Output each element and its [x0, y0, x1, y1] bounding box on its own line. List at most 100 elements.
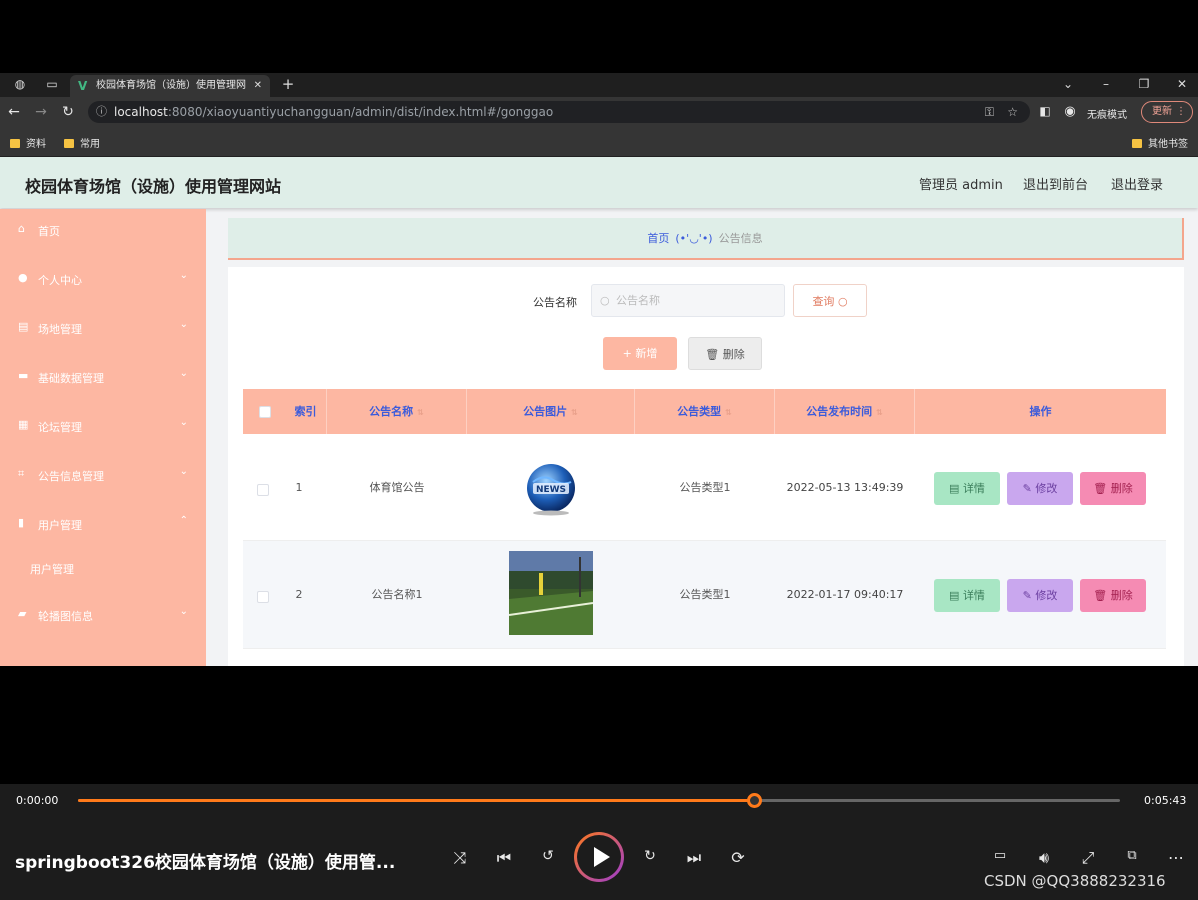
sort-icon: ⇅	[876, 408, 883, 417]
tab-bar: ◍ ▭ V 校园体育场馆（设施）使用管理网 ✕ + ⌄ – ❐ ✕	[0, 73, 1198, 97]
bulk-delete-button[interactable]: 🗑︎ 删除	[688, 337, 762, 370]
new-tab-icon[interactable]: +	[280, 75, 296, 93]
delete-button[interactable]: 🗑︎ 删除	[1080, 579, 1146, 612]
play-button[interactable]	[574, 832, 624, 882]
home-icon: ⌂	[18, 222, 25, 235]
sort-icon: ⇅	[571, 408, 578, 417]
cell-type: 公告类型1	[679, 588, 731, 601]
delete-button[interactable]: 🗑︎ 删除	[1080, 472, 1146, 505]
reload-icon[interactable]: ↻	[60, 104, 76, 120]
rewind-10-icon[interactable]: ↺	[537, 848, 559, 864]
sidepanel-icon[interactable]: ◧	[1037, 104, 1053, 118]
add-button[interactable]: + 新增	[603, 337, 677, 370]
url-field[interactable]: ⓘ localhost:8080/xiaoyuantiyuchangguan/a…	[88, 101, 1030, 123]
globe-icon[interactable]: ◍	[12, 77, 28, 91]
col-image[interactable]: 公告图片 ⇅	[467, 389, 635, 434]
sidebar-item-home[interactable]: ⌂ 首页	[0, 209, 206, 249]
back-to-front-link[interactable]: 退出到前台	[1023, 174, 1088, 193]
volume-icon[interactable]: 🔊︎	[1033, 848, 1055, 868]
cell-name: 体育馆公告	[369, 481, 425, 494]
cell-time: 2022-05-13 13:49:39	[786, 481, 904, 494]
forward-30-icon[interactable]: ↻	[639, 848, 661, 864]
browser-tab[interactable]: V 校园体育场馆（设施）使用管理网 ✕	[70, 75, 270, 97]
cell-image[interactable]	[467, 541, 635, 648]
close-tab-icon[interactable]: ✕	[254, 75, 262, 97]
table-header: 索引 公告名称 ⇅ 公告图片 ⇅ 公告类型 ⇅ 公告发布时间 ⇅ 操作	[243, 389, 1166, 434]
bookmark-folder-changyong[interactable]: 常用	[64, 135, 100, 150]
query-button[interactable]: 查询 ○	[793, 284, 867, 317]
suitcase-icon: ▰	[18, 607, 27, 620]
tab-title: 校园体育场馆（设施）使用管理网	[96, 80, 246, 91]
watermark: CSDN @QQ3888232316	[984, 872, 1166, 890]
chevron-up-icon: ⌃	[179, 515, 188, 526]
next-icon[interactable]: ⏭	[683, 848, 705, 868]
miniplayer-icon[interactable]: ⧉	[1121, 848, 1143, 863]
col-type[interactable]: 公告类型 ⇅	[635, 389, 775, 434]
trash-icon: 🗑︎	[705, 348, 720, 361]
update-button[interactable]: 更新 ⋮	[1141, 101, 1193, 123]
row-checkbox[interactable]	[257, 484, 269, 496]
seek-knob[interactable]	[747, 793, 763, 808]
chart-icon: ▮	[18, 516, 25, 529]
sidebar-subitem-users[interactable]: 用户管理	[30, 561, 74, 577]
previous-icon[interactable]: ⏮	[493, 848, 515, 868]
sidebar-item-profile[interactable]: ● 个人中心 ⌄	[0, 258, 206, 298]
address-bar: ← → ↻ ⓘ localhost:8080/xiaoyuantiyuchang…	[0, 97, 1198, 128]
more-icon[interactable]: ⋯	[1165, 848, 1187, 867]
search-input[interactable]: ○ 公告名称	[591, 284, 785, 317]
window-icon[interactable]: ▭	[44, 77, 60, 91]
select-all-checkbox[interactable]	[259, 406, 271, 418]
sidebar-item-carousel[interactable]: ▰ 轮播图信息 ⌄	[0, 594, 206, 634]
table-row: 2 公告名称1 公告类型1 2022-01-17 09:40:17 ▤ 详情 ✎…	[243, 541, 1166, 649]
site-title: 校园体育场馆（设施）使用管理网站	[25, 177, 282, 196]
star-icon[interactable]: ☆	[1007, 101, 1018, 123]
col-time[interactable]: 公告发布时间 ⇅	[775, 389, 915, 434]
logout-link[interactable]: 退出登录	[1111, 174, 1163, 193]
bookmark-folder-other[interactable]: 其他书签	[1132, 135, 1188, 150]
sort-icon: ⇅	[417, 408, 424, 417]
row-checkbox[interactable]	[257, 591, 269, 603]
search-label: 公告名称	[533, 296, 577, 309]
restore-icon[interactable]: ❐	[1136, 77, 1152, 91]
info-icon: ⓘ	[96, 105, 107, 118]
sidebar-item-basic-data[interactable]: ▬ 基础数据管理 ⌄	[0, 356, 206, 396]
close-window-icon[interactable]: ✕	[1174, 77, 1190, 91]
notice-table: 索引 公告名称 ⇅ 公告图片 ⇅ 公告类型 ⇅ 公告发布时间 ⇅ 操作 1 体育馆公告 …	[243, 389, 1166, 649]
minimize-icon[interactable]: –	[1098, 77, 1114, 91]
seek-bar[interactable]	[78, 793, 1120, 808]
user-icon: ●	[18, 271, 28, 284]
sidebar-item-users[interactable]: ▮ 用户管理 ⌃	[0, 503, 206, 543]
back-icon[interactable]: ←	[6, 104, 22, 120]
chevron-down-icon: ⌄	[179, 368, 188, 379]
sidebar-item-notice[interactable]: ⌗ 公告信息管理 ⌄	[0, 454, 206, 494]
grid-icon: ▦	[18, 418, 29, 431]
repeat-off-icon[interactable]: ⟳	[727, 848, 749, 867]
chevron-down-icon: ⌄	[179, 270, 188, 281]
key-icon[interactable]: ⚿	[985, 101, 994, 123]
shuffle-icon[interactable]: ⤨	[449, 848, 471, 868]
admin-label: 管理员 admin	[919, 178, 1003, 193]
incognito-icon[interactable]: ◉	[1062, 104, 1078, 119]
news-globe-image: NEWS	[527, 464, 575, 516]
cell-index: 1	[295, 481, 303, 494]
sidebar-item-venue[interactable]: ▤ 场地管理 ⌄	[0, 307, 206, 347]
tab-search-icon[interactable]: ⌄	[1060, 77, 1076, 91]
detail-button[interactable]: ▤ 详情	[934, 472, 1000, 505]
chevron-down-icon: ⌄	[179, 417, 188, 428]
bookmark-folder-ziliao[interactable]: 资料	[10, 135, 46, 150]
breadcrumb-home[interactable]: 首页	[647, 232, 669, 245]
sidebar-item-forum[interactable]: ▦ 论坛管理 ⌄	[0, 405, 206, 445]
col-index: 索引	[285, 389, 327, 434]
detail-button[interactable]: ▤ 详情	[934, 579, 1000, 612]
video-frame: ◍ ▭ V 校园体育场馆（设施）使用管理网 ✕ + ⌄ – ❐ ✕ ← → ↻ …	[0, 0, 1198, 900]
subtitles-icon[interactable]: ▭	[989, 848, 1011, 863]
soccer-field-image	[509, 551, 593, 635]
cell-image[interactable]: NEWS	[467, 434, 635, 541]
col-name[interactable]: 公告名称 ⇅	[327, 389, 467, 434]
edit-button[interactable]: ✎ 修改	[1007, 472, 1073, 505]
edit-button[interactable]: ✎ 修改	[1007, 579, 1073, 612]
forward-icon[interactable]: →	[33, 104, 49, 120]
folder-icon	[1132, 139, 1142, 148]
cell-name: 公告名称1	[371, 588, 423, 601]
fullscreen-icon[interactable]: ⤢	[1077, 848, 1099, 868]
